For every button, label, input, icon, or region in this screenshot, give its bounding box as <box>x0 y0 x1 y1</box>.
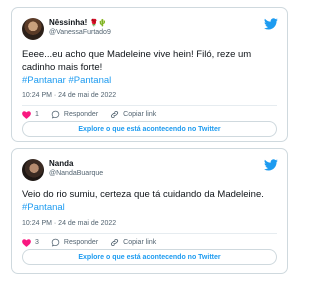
heart-icon <box>22 110 31 119</box>
reply-icon <box>51 110 60 119</box>
author-handle[interactable]: @VanessaFurtado9 <box>49 29 111 36</box>
author-name-text: Nanda <box>49 159 74 168</box>
tweet-actions: 1 Responder Copiar link <box>22 110 168 119</box>
tweet-body: Eeee...eu acho que Madeleine vive hein! … <box>22 49 252 73</box>
explore-twitter-button[interactable]: Explore o que está acontecendo no Twitte… <box>22 249 277 265</box>
copy-link-label: Copiar link <box>123 239 157 246</box>
tweet-body: Veio do rio sumiu, certeza que tá cuidan… <box>22 189 264 200</box>
author-name[interactable]: Nanda <box>49 159 73 168</box>
author-name-emoji: 🌹🌵 <box>89 20 107 27</box>
tweet-timestamp[interactable]: 10:24 PM · 24 de mai de 2022 <box>22 92 116 99</box>
tweet-card[interactable]: Nêssinha! 🌹🌵 @VanessaFurtado9 Eeee...eu … <box>11 7 288 142</box>
author-handle[interactable]: @NandaBuarque <box>49 170 103 177</box>
author-name-text: Nêssinha! <box>49 18 88 27</box>
tweet-card[interactable]: Nanda @NandaBuarque Veio do rio sumiu, c… <box>11 148 288 274</box>
tweet-actions: 3 Responder Copiar link <box>22 238 168 247</box>
link-icon <box>111 238 119 247</box>
like-button[interactable]: 1 <box>22 110 39 119</box>
copy-link-label: Copiar link <box>123 111 157 118</box>
tweet-timestamp[interactable]: 10:24 PM · 24 de mai de 2022 <box>22 220 116 227</box>
reply-label: Responder <box>63 239 99 246</box>
tweet-text: Veio do rio sumiu, certeza que tá cuidan… <box>22 188 280 214</box>
explore-twitter-button[interactable]: Explore o que está acontecendo no Twitte… <box>22 121 277 137</box>
tweet-hashtags[interactable]: #Pantanal <box>22 202 65 213</box>
like-count: 3 <box>35 239 39 246</box>
copy-link-button[interactable]: Copiar link <box>110 110 156 119</box>
link-icon <box>111 110 119 119</box>
reply-icon <box>51 238 60 247</box>
like-count: 1 <box>35 111 39 118</box>
copy-link-button[interactable]: Copiar link <box>110 238 156 247</box>
divider <box>22 233 277 234</box>
tweet-hashtags[interactable]: #Pantanar #Pantanal <box>22 75 111 86</box>
twitter-bird-icon[interactable] <box>264 159 278 171</box>
twitter-bird-icon[interactable] <box>264 18 278 30</box>
author-name[interactable]: Nêssinha! 🌹🌵 <box>49 18 107 27</box>
divider <box>22 105 277 106</box>
reply-button[interactable]: Responder <box>51 110 98 119</box>
reply-label: Responder <box>63 111 99 118</box>
tweet-text: Eeee...eu acho que Madeleine vive hein! … <box>22 48 280 87</box>
avatar[interactable] <box>22 159 44 181</box>
reply-button[interactable]: Responder <box>51 238 98 247</box>
like-button[interactable]: 3 <box>22 238 39 247</box>
avatar[interactable] <box>22 18 44 40</box>
heart-icon <box>22 238 31 247</box>
